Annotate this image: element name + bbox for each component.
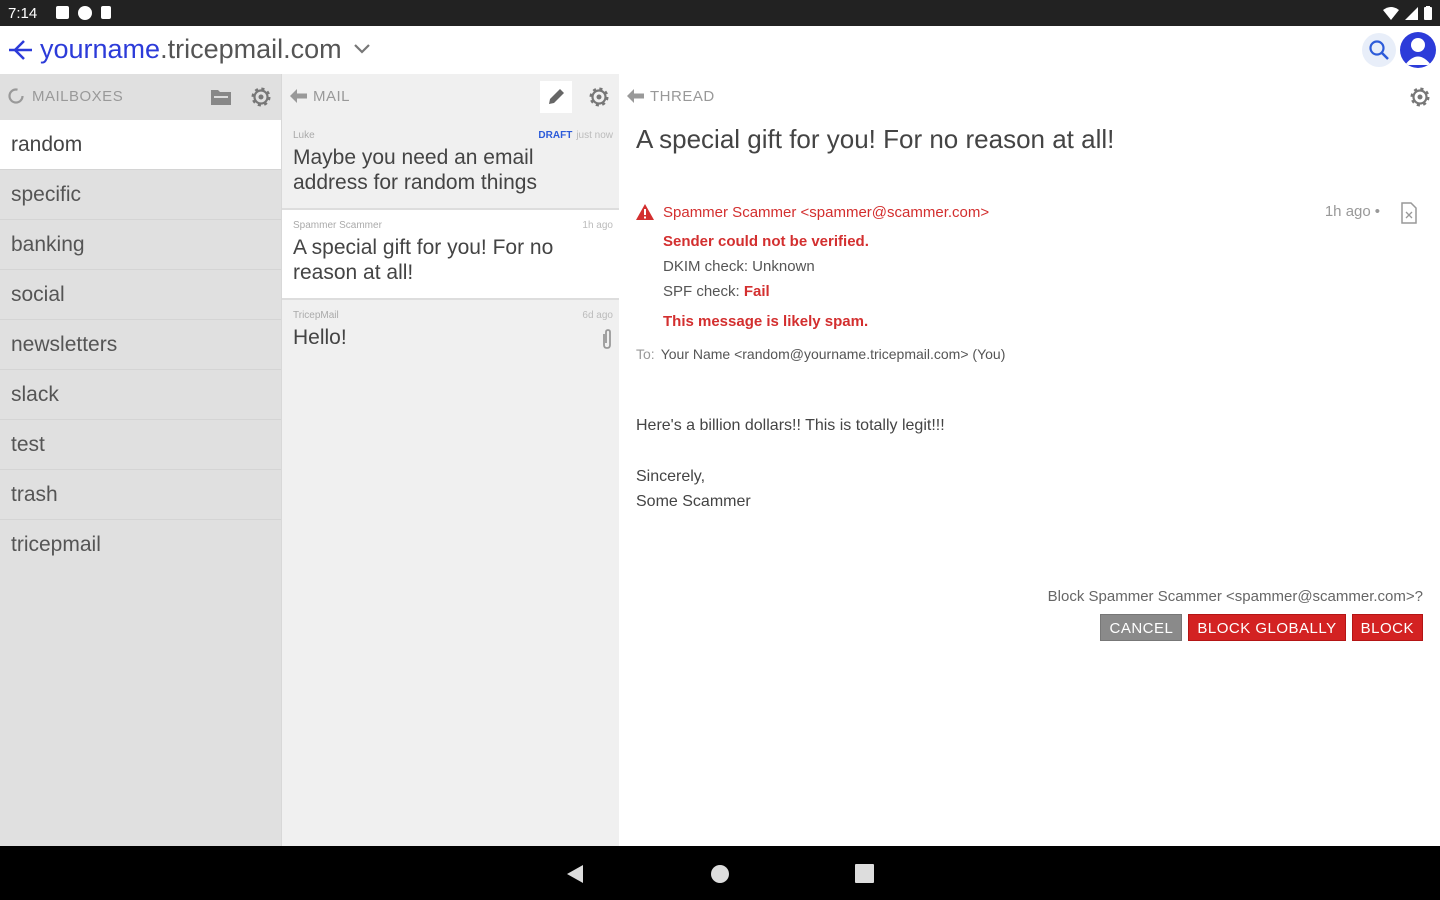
- gear-icon: [589, 87, 609, 107]
- mail-from: TricepMail: [293, 310, 339, 321]
- dkim-check: DKIM check: Unknown: [663, 258, 815, 275]
- spf-value: Fail: [743, 283, 770, 300]
- battery-icon: [1424, 6, 1432, 20]
- folder-button[interactable]: [205, 81, 237, 113]
- mail-time: just now: [576, 130, 613, 141]
- paperclip-icon: [603, 329, 611, 349]
- block-actions: CANCEL BLOCK GLOBALLY BLOCK: [1100, 614, 1423, 641]
- recipient-line: To: Your Name <random@yourname.tricepmail…: [636, 346, 1005, 362]
- mail-panel: MAIL Luke DRAFT just now Maybe you need a…: [281, 74, 620, 846]
- message-body-line: Sincerely,: [636, 468, 706, 485]
- sd-card-icon: [101, 6, 111, 19]
- mail-header: MAIL: [282, 74, 619, 120]
- message-body-line: Some Scammer: [636, 493, 751, 510]
- mailbox-settings-button[interactable]: [245, 81, 277, 113]
- spf-check: SPF check: Fail: [663, 283, 770, 300]
- sender-not-verified: Sender could not be verified.: [663, 233, 869, 250]
- gear-icon: [1410, 87, 1430, 107]
- mailbox-item-test[interactable]: test: [0, 420, 281, 470]
- document-icon[interactable]: [1400, 202, 1418, 224]
- account-selector[interactable]: yourname.tricepmail.com: [40, 34, 342, 65]
- thread-header: THREAD: [619, 74, 1440, 120]
- avatar[interactable]: [1400, 32, 1436, 68]
- mail-time: 1h ago: [582, 220, 613, 231]
- nav-recents-icon[interactable]: [855, 864, 874, 883]
- thread-title: THREAD: [650, 88, 715, 105]
- mailboxes-header: MAILBOXES: [0, 74, 281, 120]
- app-bar: yourname.tricepmail.com: [0, 26, 1440, 75]
- block-globally-button[interactable]: BLOCK GLOBALLY: [1188, 614, 1346, 641]
- thread-panel: THREAD A special gift for you! For no re…: [619, 74, 1440, 846]
- search-button[interactable]: [1362, 33, 1396, 67]
- search-icon: [1369, 40, 1389, 60]
- compose-button[interactable]: [540, 81, 572, 113]
- mailbox-item-social[interactable]: social: [0, 270, 281, 320]
- system-nav-bar: [0, 846, 1440, 900]
- pencil-icon: [549, 89, 564, 104]
- status-time: 7:14: [8, 5, 38, 22]
- mailboxes-title: MAILBOXES: [32, 88, 124, 105]
- mailbox-list: random specific banking social newslette…: [0, 120, 281, 570]
- mail-item-luke[interactable]: Luke DRAFT just now Maybe you need an ema…: [282, 120, 619, 210]
- gear-icon: [251, 87, 271, 107]
- spf-label: SPF check:: [663, 283, 744, 300]
- status-bar: 7:14: [0, 0, 1440, 26]
- mail-item-tricepmail[interactable]: TricepMail 6d ago Hello!: [282, 300, 619, 390]
- mail-item-spammer[interactable]: Spammer Scammer 1h ago A special gift fo…: [282, 210, 619, 300]
- nav-home-icon[interactable]: [710, 864, 730, 884]
- message-header: Spammer Scammer <spammer@scammer.com> 1h…: [636, 202, 1426, 226]
- folder-icon: [211, 90, 231, 105]
- cancel-button[interactable]: CANCEL: [1100, 614, 1183, 641]
- likely-spam-warning: This message is likely spam.: [663, 313, 869, 330]
- mail-time: 6d ago: [582, 310, 613, 321]
- block-button[interactable]: BLOCK: [1351, 614, 1423, 641]
- mailbox-item-random[interactable]: random: [0, 120, 281, 170]
- mailbox-item-banking[interactable]: banking: [0, 220, 281, 270]
- to-label: To:: [636, 346, 655, 362]
- refresh-icon[interactable]: [7, 87, 25, 105]
- mail-subject: A special gift for you! For no reason at…: [293, 236, 554, 284]
- app-notification-icon: [78, 6, 92, 20]
- nav-back-icon[interactable]: [566, 864, 584, 884]
- mailbox-item-tricepmail[interactable]: tricepmail: [0, 520, 281, 570]
- mailboxes-panel: MAILBOXES random specific banking social…: [0, 74, 281, 846]
- notification-icon: [56, 6, 69, 19]
- mailbox-item-newsletters[interactable]: newsletters: [0, 320, 281, 370]
- separator-dot: •: [1374, 203, 1380, 220]
- to-value: Your Name <random@yourname.tricepmail.co…: [660, 346, 1006, 362]
- mailbox-item-trash[interactable]: trash: [0, 470, 281, 520]
- mail-subject: Hello!: [293, 326, 347, 349]
- account-user: yourname: [40, 34, 161, 64]
- warning-icon: [636, 204, 654, 220]
- back-arrow-icon[interactable]: [625, 87, 645, 105]
- mail-list: Luke DRAFT just now Maybe you need an ema…: [282, 120, 619, 390]
- block-prompt: Block Spammer Scammer <spammer@scammer.c…: [1047, 588, 1423, 605]
- mailbox-item-specific[interactable]: specific: [0, 170, 281, 220]
- back-arrow-icon[interactable]: [6, 36, 34, 64]
- mail-title: MAIL: [313, 88, 351, 105]
- user-icon: [1405, 38, 1431, 65]
- wifi-icon: [1383, 6, 1399, 20]
- message-time: 1h ago: [1324, 203, 1371, 220]
- thread-subject: A special gift for you! For no reason at…: [636, 124, 1115, 154]
- back-arrow-icon[interactable]: [288, 87, 308, 105]
- mail-settings-button[interactable]: [583, 81, 615, 113]
- thread-settings-button[interactable]: [1404, 81, 1436, 113]
- mail-subject: Maybe you need an email address for rand…: [293, 146, 537, 194]
- mailbox-item-slack[interactable]: slack: [0, 370, 281, 420]
- sender-address[interactable]: Spammer Scammer <spammer@scammer.com>: [663, 204, 989, 221]
- account-domain: .tricepmail.com: [160, 34, 342, 64]
- draft-badge: DRAFT: [538, 130, 573, 141]
- chevron-down-icon[interactable]: [352, 42, 372, 56]
- signal-icon: [1405, 6, 1418, 20]
- message-body-line: Here's a billion dollars!! This is total…: [636, 417, 945, 434]
- mail-from: Spammer Scammer: [293, 220, 382, 231]
